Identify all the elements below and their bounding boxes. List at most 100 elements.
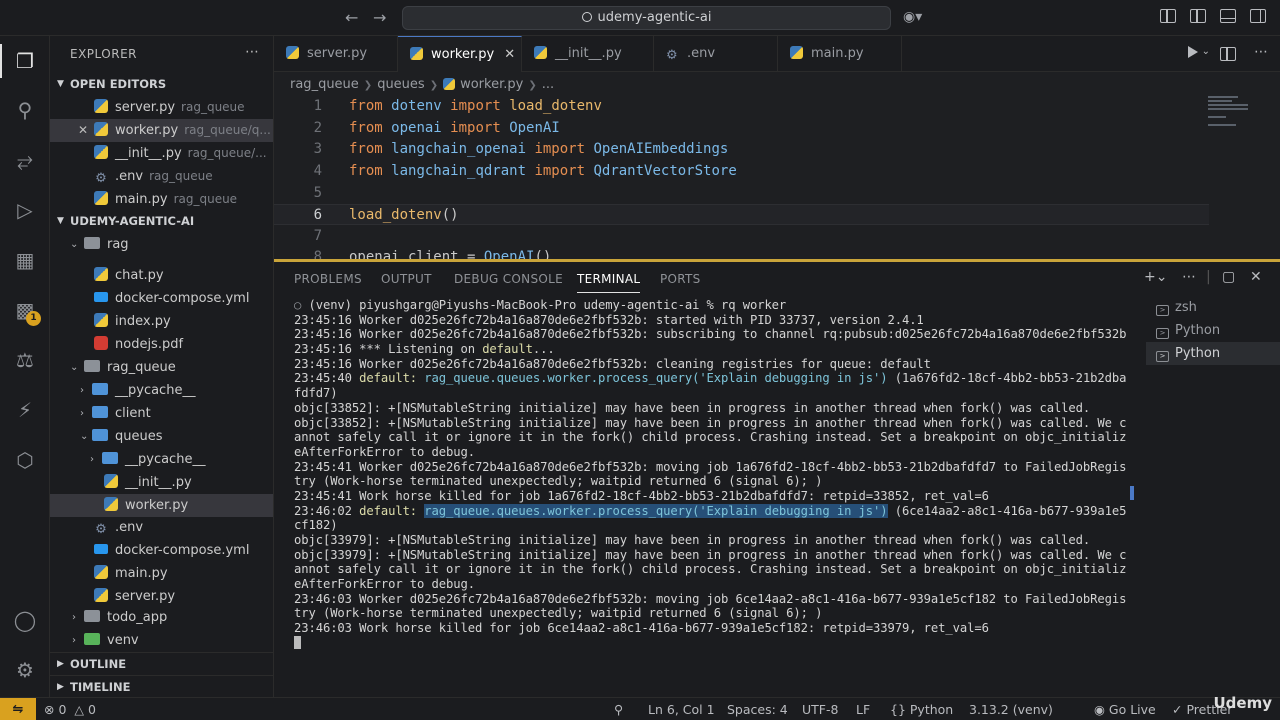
tree-file[interactable]: __init__.py — [50, 471, 273, 494]
outline-header[interactable]: ▶ OUTLINE — [50, 652, 273, 674]
python-file-icon — [790, 46, 803, 59]
tab-server-py[interactable]: server.py — [274, 36, 398, 72]
terminal-output[interactable]: ○ (venv) piyushgarg@Piyushs-MacBook-Pro … — [294, 298, 1130, 693]
terminal-item[interactable]: > Python — [1146, 319, 1280, 342]
tab-env[interactable]: ⚙ .env — [654, 36, 778, 72]
tree-folder-queues[interactable]: ⌄ queues — [50, 425, 273, 448]
tab-main-py[interactable]: main.py — [778, 36, 902, 72]
python-interpreter[interactable]: 3.13.2 (venv) — [969, 698, 1053, 720]
open-editors-header[interactable]: ▼ OPEN EDITORS — [50, 73, 273, 95]
encoding[interactable]: UTF-8 — [802, 698, 838, 720]
close-panel-icon[interactable]: ✕ — [1250, 269, 1262, 285]
toggle-panel-icon[interactable] — [1220, 9, 1236, 23]
source-control-icon[interactable]: ⥂ — [13, 148, 37, 172]
tree-folder[interactable]: › client — [50, 402, 273, 425]
run-debug-icon[interactable]: ▷ — [13, 198, 37, 222]
breadcrumb-item[interactable]: ... — [542, 77, 554, 92]
close-icon[interactable]: ✕ — [78, 119, 88, 142]
back-arrow-icon[interactable]: ← — [345, 8, 358, 27]
terminal-scroll-marker[interactable] — [1130, 486, 1134, 500]
tab-worker-py[interactable]: worker.py ✕ — [398, 36, 522, 72]
open-editor-item[interactable]: ⚙ .env rag_queue — [50, 165, 273, 188]
go-live-button[interactable]: ◉ Go Live — [1094, 698, 1156, 720]
breadcrumb-item[interactable]: rag_queue — [290, 77, 359, 92]
terminal-item[interactable]: > zsh — [1146, 296, 1280, 319]
terminal-line: try (Work-horse terminated unexpectedly;… — [294, 606, 823, 621]
tree-folder-rag-queue[interactable]: ⌄ rag_queue — [50, 356, 273, 379]
remote-indicator-icon[interactable]: ⇋ — [0, 698, 36, 720]
breadcrumb-item[interactable]: worker.py — [460, 77, 523, 92]
search-label: udemy-agentic-ai — [597, 10, 712, 25]
tree-folder[interactable]: › venv — [50, 629, 273, 652]
forward-arrow-icon[interactable]: → — [373, 8, 386, 27]
explorer-icon[interactable]: ❐ — [13, 49, 37, 73]
chevron-right-icon: ❯ — [528, 80, 537, 91]
tab-debug-console[interactable]: DEBUG CONSOLE — [454, 272, 563, 286]
tree-file[interactable]: nodejs.pdf — [50, 333, 273, 356]
remote-explorer-icon[interactable]: ▦ — [13, 248, 37, 272]
zoom-icon[interactable]: ⚲ — [614, 698, 623, 720]
tree-folder-rag[interactable]: ⌄ rag — [50, 233, 273, 256]
copilot-chat-icon[interactable]: ⚡ — [13, 398, 37, 422]
toggle-secondary-sidebar-icon[interactable] — [1250, 9, 1266, 23]
tree-file[interactable]: ⚙ .env — [50, 516, 273, 539]
close-icon[interactable]: ✕ — [504, 47, 515, 62]
command-center-search[interactable]: udemy-agentic-ai — [402, 6, 891, 30]
tab-problems[interactable]: PROBLEMS — [294, 272, 362, 286]
cursor-position[interactable]: Ln 6, Col 1 — [648, 698, 715, 720]
customize-layout-icon[interactable] — [1160, 9, 1176, 23]
tab-terminal[interactable]: TERMINAL — [577, 272, 641, 293]
accounts-icon[interactable]: ◯ — [13, 608, 37, 632]
chevron-down-icon[interactable]: ⌄ — [1202, 46, 1210, 57]
maximize-panel-icon[interactable]: ▢ — [1222, 269, 1235, 285]
tree-file[interactable]: main.py — [50, 562, 273, 585]
code-editor[interactable]: 1 from dotenv import load_dotenv 2 from op… — [274, 96, 1280, 259]
open-editor-item[interactable]: __init__.py rag_queue/... — [50, 142, 273, 165]
new-terminal-icon[interactable]: +⌄ — [1144, 269, 1167, 285]
containers-icon[interactable]: ⬡ — [13, 448, 37, 472]
tab-ports[interactable]: PORTS — [660, 272, 701, 286]
timeline-header[interactable]: ▶ TIMELINE — [50, 675, 273, 697]
problems-status[interactable]: ⊗ 0 △ 0 — [44, 698, 96, 720]
testing-icon[interactable]: ⚖ — [13, 348, 37, 372]
open-editor-item[interactable]: ✕ worker.py rag_queue/q... — [50, 119, 273, 142]
tree-file-selected[interactable]: worker.py — [50, 494, 273, 517]
more-actions-icon[interactable]: ⋯ — [1182, 269, 1196, 285]
terminal-line: 23:45:16 Worker d025e26fc72b4a16a870de6e… — [294, 327, 1127, 342]
tab-output[interactable]: OUTPUT — [381, 272, 432, 286]
chevron-down-icon: ⌄ — [70, 362, 79, 373]
tab-init-py[interactable]: __init__.py — [522, 36, 654, 72]
open-editor-item[interactable]: main.py rag_queue — [50, 188, 273, 211]
tree-file[interactable]: chat.py — [50, 264, 273, 287]
terminal-line: annot safely call it or ignore it in the… — [294, 562, 1127, 577]
manage-gear-icon[interactable]: ⚙ — [13, 658, 37, 682]
copilot-icon[interactable]: ◉▾ — [903, 9, 922, 25]
more-actions-icon[interactable]: ⋯ — [245, 44, 259, 60]
folder-icon — [102, 452, 118, 464]
folder-icon — [84, 360, 100, 372]
tree-folder[interactable]: › __pycache__ — [50, 448, 273, 471]
python-file-icon — [94, 565, 108, 579]
tree-file[interactable]: server.py — [50, 585, 273, 608]
project-header[interactable]: ▼ UDEMY-AGENTIC-AI — [50, 210, 273, 232]
tree-file[interactable]: docker-compose.yml — [50, 287, 273, 310]
tree-file[interactable]: index.py — [50, 310, 273, 333]
split-editor-icon[interactable] — [1220, 47, 1236, 61]
toggle-sidebar-icon[interactable] — [1190, 9, 1206, 23]
terminal-item-active[interactable]: > Python — [1146, 342, 1280, 365]
minimap[interactable] — [1208, 96, 1268, 156]
tree-file[interactable]: docker-compose.yml — [50, 539, 273, 562]
language-mode[interactable]: {} Python — [890, 698, 953, 720]
run-icon[interactable] — [1188, 46, 1198, 58]
tree-folder[interactable]: › todo_app — [50, 606, 273, 629]
chevron-right-icon: › — [90, 454, 94, 465]
open-editor-item[interactable]: server.py rag_queue — [50, 96, 273, 119]
search-icon[interactable]: ⚲ — [13, 98, 37, 122]
more-actions-icon[interactable]: ⋯ — [1254, 44, 1268, 60]
explorer-sidebar: EXPLORER ⋯ ▼ OPEN EDITORS server.py rag_qu… — [50, 36, 274, 697]
end-of-line[interactable]: LF — [856, 698, 870, 720]
breadcrumb-item[interactable]: queues — [377, 77, 425, 92]
indentation[interactable]: Spaces: 4 — [727, 698, 788, 720]
tree-folder[interactable]: › __pycache__ — [50, 379, 273, 402]
terminal-icon: > — [1156, 328, 1169, 339]
